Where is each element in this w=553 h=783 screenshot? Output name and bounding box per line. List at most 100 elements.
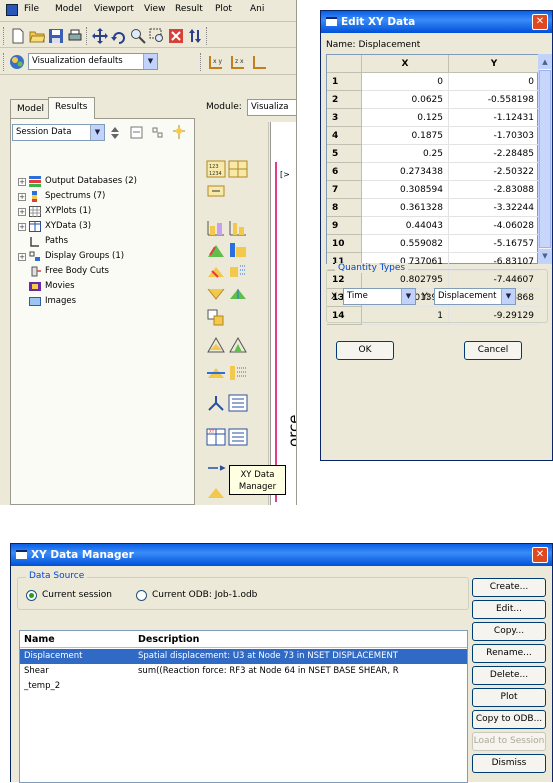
view-xy-icon[interactable]: x y <box>208 54 224 70</box>
new-file-icon[interactable] <box>10 28 26 44</box>
table-row[interactable]: 8 0.361328 -3.32244 <box>327 199 539 217</box>
plot-button[interactable]: Plot <box>472 688 546 707</box>
table-row[interactable]: 10 0.559082 -5.16757 <box>327 235 539 253</box>
chevron-down-icon[interactable]: ▼ <box>501 289 515 304</box>
menu-viewport[interactable]: Viewport <box>94 4 134 14</box>
y-value-cell[interactable]: -2.83088 <box>449 181 539 199</box>
row-number[interactable]: 4 <box>327 127 362 145</box>
copy-to-odb-button[interactable]: Copy to ODB... <box>472 710 546 729</box>
menu-file[interactable]: File <box>24 4 39 14</box>
xy-table-icon[interactable]: 1231234 <box>206 160 226 178</box>
ok-button[interactable]: OK <box>336 341 394 360</box>
y-value-cell[interactable]: -3.32244 <box>449 199 539 217</box>
close-icon[interactable]: ✕ <box>532 547 548 563</box>
x-value-cell[interactable]: 0 <box>362 73 449 91</box>
table-scrollbar[interactable]: ▲ ▼ <box>538 54 552 264</box>
open-folder-icon[interactable] <box>29 28 45 44</box>
module-combo[interactable]: Visualiza <box>247 99 296 116</box>
box-zoom-icon[interactable] <box>149 28 165 44</box>
table-row[interactable]: 5 0.25 -2.28485 <box>327 145 539 163</box>
column-header-description[interactable]: Description <box>138 634 199 645</box>
y-value-cell[interactable]: -1.70303 <box>449 127 539 145</box>
auto-fit-icon[interactable] <box>168 28 184 44</box>
x-value-cell[interactable]: 0.44043 <box>362 217 449 235</box>
menu-view[interactable]: View <box>144 4 165 14</box>
visualization-defaults-combo[interactable]: Visualization defaults ▼ <box>28 53 158 70</box>
view-zx-icon[interactable]: z x <box>230 54 246 70</box>
plot-material-orient-icon[interactable] <box>228 263 248 281</box>
expand-tree-icon[interactable] <box>151 126 164 139</box>
zoom-icon[interactable] <box>130 28 146 44</box>
row-number[interactable]: 5 <box>327 145 362 163</box>
current-session-label[interactable]: Current session <box>42 590 112 600</box>
create-button[interactable]: Create... <box>472 578 546 597</box>
view-yz-icon[interactable] <box>252 54 268 70</box>
plot-xy-icon[interactable] <box>228 219 248 237</box>
table-row[interactable]: 6 0.273438 -2.50322 <box>327 163 539 181</box>
row-number[interactable]: 1 <box>327 73 362 91</box>
expand-icon[interactable]: + <box>18 208 26 216</box>
dismiss-button[interactable]: Dismiss <box>472 754 546 773</box>
view-cut-icon[interactable] <box>206 364 226 382</box>
menu-animate[interactable]: Ani <box>250 4 264 14</box>
viewport-canvas[interactable]: [> orce <box>270 122 296 505</box>
view-cut-manager-icon[interactable] <box>228 364 248 382</box>
scroll-down-icon[interactable]: ▼ <box>539 249 551 263</box>
list-item[interactable]: Shear sum((Reaction force: RF3 at Node 64… <box>20 664 467 679</box>
load-to-session-button[interactable]: Load to Session <box>472 732 546 751</box>
save-icon[interactable] <box>48 28 64 44</box>
common-options-icon[interactable] <box>206 336 226 354</box>
x-value-cell[interactable]: 0.125 <box>362 109 449 127</box>
current-session-radio[interactable] <box>26 590 37 601</box>
current-odb-radio[interactable] <box>136 590 147 601</box>
expand-icon[interactable]: + <box>18 253 26 261</box>
row-number[interactable]: 2 <box>327 91 362 109</box>
column-header-x[interactable]: X <box>362 55 449 73</box>
sort-arrows-icon[interactable] <box>109 126 121 140</box>
xy-table-alt-icon[interactable] <box>228 160 248 178</box>
filter-icon[interactable] <box>130 126 143 139</box>
row-number[interactable]: 6 <box>327 163 362 181</box>
xy-data-manager-icon[interactable]: XY <box>206 428 226 446</box>
plot-symbols-icon[interactable] <box>206 263 226 281</box>
delete-button[interactable]: Delete... <box>472 666 546 685</box>
x-value-cell[interactable]: 0.0625 <box>362 91 449 109</box>
display-group-manager-icon[interactable] <box>228 394 248 412</box>
cancel-button[interactable]: Cancel <box>464 341 522 360</box>
x-value-cell[interactable]: 0.361328 <box>362 199 449 217</box>
table-row[interactable]: 7 0.308594 -2.83088 <box>327 181 539 199</box>
edit-button[interactable]: Edit... <box>472 600 546 619</box>
column-header-y[interactable]: Y <box>449 55 539 73</box>
chevron-down-icon[interactable]: ▼ <box>90 125 104 140</box>
list-item[interactable]: Displacement Spatial displacement: U3 at … <box>20 649 467 664</box>
x-value-cell[interactable]: 0.1875 <box>362 127 449 145</box>
x-value-cell[interactable]: 0.273438 <box>362 163 449 181</box>
copy-button[interactable]: Copy... <box>472 622 546 641</box>
chevron-down-icon[interactable]: ▼ <box>143 54 157 69</box>
menu-plot[interactable]: Plot <box>215 4 232 14</box>
row-number[interactable]: 3 <box>327 109 362 127</box>
y-value-cell[interactable]: -0.558198 <box>449 91 539 109</box>
chevron-down-icon[interactable]: ▼ <box>401 289 415 304</box>
visualization-defaults-icon[interactable] <box>9 54 25 70</box>
table-row[interactable]: 4 0.1875 -1.70303 <box>327 127 539 145</box>
table-row[interactable]: 9 0.44043 -4.06028 <box>327 217 539 235</box>
coordinate-system-icon[interactable] <box>206 394 226 412</box>
table-row[interactable]: 2 0.0625 -0.558198 <box>327 91 539 109</box>
current-odb-label[interactable]: Current ODB: Job-1.odb <box>152 590 257 600</box>
pan-icon[interactable] <box>92 28 108 44</box>
close-icon[interactable]: ✕ <box>532 14 548 30</box>
tab-model[interactable]: Model <box>10 99 52 118</box>
y-value-cell[interactable]: -2.28485 <box>449 145 539 163</box>
report-icon[interactable] <box>228 428 248 446</box>
y-value-cell[interactable]: -1.12431 <box>449 109 539 127</box>
y-quantity-combo[interactable]: Displacement ▼ <box>434 288 516 305</box>
y-value-cell[interactable]: -5.16757 <box>449 235 539 253</box>
free-body-icon[interactable] <box>206 484 226 502</box>
row-number[interactable]: 10 <box>327 235 362 253</box>
x-quantity-combo[interactable]: Time ▼ <box>343 288 416 305</box>
table-row[interactable]: 3 0.125 -1.12431 <box>327 109 539 127</box>
allow-multiple-icon[interactable] <box>206 285 226 303</box>
row-number[interactable]: 8 <box>327 199 362 217</box>
tab-results[interactable]: Results <box>48 97 95 119</box>
